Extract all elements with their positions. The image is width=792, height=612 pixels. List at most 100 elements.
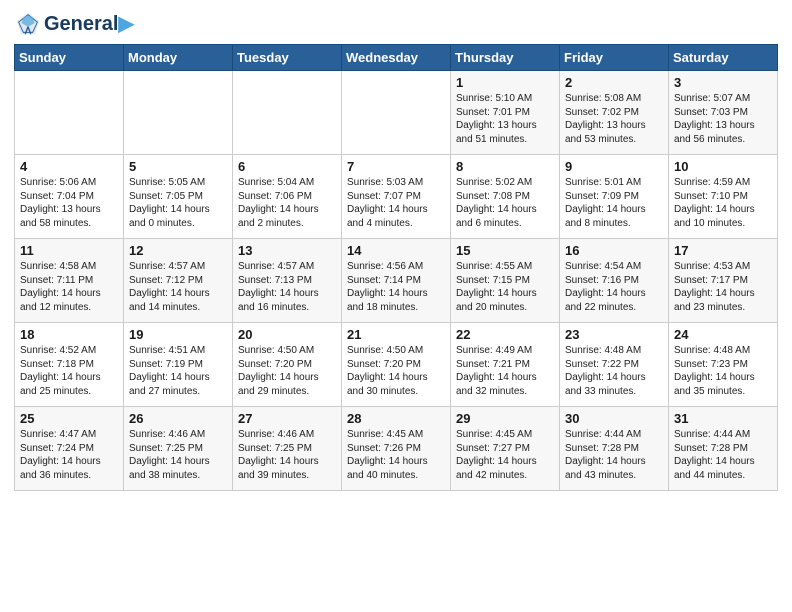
calendar-week-3: 11Sunrise: 4:58 AM Sunset: 7:11 PM Dayli… [15,239,778,323]
day-number: 26 [129,411,227,426]
day-number: 28 [347,411,445,426]
day-number: 29 [456,411,554,426]
day-number: 24 [674,327,772,342]
cell-content: Sunrise: 5:04 AM Sunset: 7:06 PM Dayligh… [238,176,336,230]
day-number: 9 [565,159,663,174]
day-number: 6 [238,159,336,174]
calendar-cell: 26 Sunrise: 4:46 AM Sunset: 7:25 PM Dayli… [124,407,233,491]
page-container: General▶ SundayMondayTuesdayWednesdayThu… [0,0,792,501]
day-number: 7 [347,159,445,174]
calendar-cell: 21 Sunrise: 4:50 AM Sunset: 7:20 PM Dayli… [342,323,451,407]
day-number: 22 [456,327,554,342]
calendar-cell: 2Sunrise: 5:08 AM Sunset: 7:02 PM Daylig… [560,71,669,155]
calendar-cell: 28Sunrise: 4:45 AM Sunset: 7:26 PM Dayli… [342,407,451,491]
logo: General▶ [14,10,134,38]
calendar-cell: 31 Sunrise: 4:44 AM Sunset: 7:28 PM Dayli… [669,407,778,491]
calendar-week-5: 25 Sunrise: 4:47 AM Sunset: 7:24 PM Dayli… [15,407,778,491]
cell-content: Sunrise: 4:50 AM Sunset: 7:20 PM Dayligh… [347,344,445,398]
logo-text: General▶ [44,13,134,35]
calendar-week-1: 1Sunrise: 5:10 AM Sunset: 7:01 PM Daylig… [15,71,778,155]
calendar-cell: 16 Sunrise: 4:54 AM Sunset: 7:16 PM Dayli… [560,239,669,323]
day-number: 14 [347,243,445,258]
calendar-cell: 9 Sunrise: 5:01 AM Sunset: 7:09 PM Daylig… [560,155,669,239]
calendar-cell: 8 Sunrise: 5:02 AM Sunset: 7:08 PM Daylig… [451,155,560,239]
cell-content: Sunrise: 4:57 AM Sunset: 7:12 PM Dayligh… [129,260,227,314]
cell-content: Sunrise: 4:44 AM Sunset: 7:28 PM Dayligh… [674,428,772,482]
day-number: 13 [238,243,336,258]
day-number: 15 [456,243,554,258]
calendar-cell: 22Sunrise: 4:49 AM Sunset: 7:21 PM Dayli… [451,323,560,407]
calendar-cell: 19 Sunrise: 4:51 AM Sunset: 7:19 PM Dayli… [124,323,233,407]
day-number: 18 [20,327,118,342]
cell-content: Sunrise: 4:57 AM Sunset: 7:13 PM Dayligh… [238,260,336,314]
logo-icon [14,10,42,38]
cell-content: Sunrise: 5:08 AM Sunset: 7:02 PM Dayligh… [565,92,663,146]
cell-content: Sunrise: 5:01 AM Sunset: 7:09 PM Dayligh… [565,176,663,230]
weekday-header-row: SundayMondayTuesdayWednesdayThursdayFrid… [15,45,778,71]
calendar-cell: 25 Sunrise: 4:47 AM Sunset: 7:24 PM Dayli… [15,407,124,491]
day-number: 8 [456,159,554,174]
calendar-cell: 29 Sunrise: 4:45 AM Sunset: 7:27 PM Dayli… [451,407,560,491]
day-number: 10 [674,159,772,174]
weekday-header-wednesday: Wednesday [342,45,451,71]
cell-content: Sunrise: 4:48 AM Sunset: 7:22 PM Dayligh… [565,344,663,398]
calendar-cell: 12 Sunrise: 4:57 AM Sunset: 7:12 PM Dayli… [124,239,233,323]
cell-content: Sunrise: 4:46 AM Sunset: 7:25 PM Dayligh… [129,428,227,482]
calendar-cell: 1Sunrise: 5:10 AM Sunset: 7:01 PM Daylig… [451,71,560,155]
calendar-cell [124,71,233,155]
calendar-cell: 5 Sunrise: 5:05 AM Sunset: 7:05 PM Daylig… [124,155,233,239]
calendar-cell [15,71,124,155]
day-number: 19 [129,327,227,342]
day-number: 21 [347,327,445,342]
cell-content: Sunrise: 4:55 AM Sunset: 7:15 PM Dayligh… [456,260,554,314]
cell-content: Sunrise: 4:51 AM Sunset: 7:19 PM Dayligh… [129,344,227,398]
calendar-table: SundayMondayTuesdayWednesdayThursdayFrid… [14,44,778,491]
day-number: 23 [565,327,663,342]
weekday-header-thursday: Thursday [451,45,560,71]
day-number: 17 [674,243,772,258]
day-number: 16 [565,243,663,258]
cell-content: Sunrise: 4:45 AM Sunset: 7:27 PM Dayligh… [456,428,554,482]
calendar-cell: 23 Sunrise: 4:48 AM Sunset: 7:22 PM Dayli… [560,323,669,407]
day-number: 20 [238,327,336,342]
cell-content: Sunrise: 4:47 AM Sunset: 7:24 PM Dayligh… [20,428,118,482]
cell-content: Sunrise: 4:46 AM Sunset: 7:25 PM Dayligh… [238,428,336,482]
cell-content: Sunrise: 5:06 AM Sunset: 7:04 PM Dayligh… [20,176,118,230]
weekday-header-monday: Monday [124,45,233,71]
day-number: 3 [674,75,772,90]
calendar-week-2: 4Sunrise: 5:06 AM Sunset: 7:04 PM Daylig… [15,155,778,239]
day-number: 12 [129,243,227,258]
calendar-cell: 10 Sunrise: 4:59 AM Sunset: 7:10 PM Dayli… [669,155,778,239]
cell-content: Sunrise: 5:02 AM Sunset: 7:08 PM Dayligh… [456,176,554,230]
day-number: 5 [129,159,227,174]
calendar-cell: 7 Sunrise: 5:03 AM Sunset: 7:07 PM Daylig… [342,155,451,239]
cell-content: Sunrise: 4:59 AM Sunset: 7:10 PM Dayligh… [674,176,772,230]
cell-content: Sunrise: 4:53 AM Sunset: 7:17 PM Dayligh… [674,260,772,314]
cell-content: Sunrise: 4:58 AM Sunset: 7:11 PM Dayligh… [20,260,118,314]
cell-content: Sunrise: 4:56 AM Sunset: 7:14 PM Dayligh… [347,260,445,314]
cell-content: Sunrise: 5:03 AM Sunset: 7:07 PM Dayligh… [347,176,445,230]
calendar-cell: 18 Sunrise: 4:52 AM Sunset: 7:18 PM Dayli… [15,323,124,407]
header: General▶ [14,10,778,38]
day-number: 31 [674,411,772,426]
day-number: 27 [238,411,336,426]
weekday-header-friday: Friday [560,45,669,71]
calendar-cell: 11Sunrise: 4:58 AM Sunset: 7:11 PM Dayli… [15,239,124,323]
calendar-cell: 17 Sunrise: 4:53 AM Sunset: 7:17 PM Dayli… [669,239,778,323]
cell-content: Sunrise: 5:05 AM Sunset: 7:05 PM Dayligh… [129,176,227,230]
calendar-cell: 13 Sunrise: 4:57 AM Sunset: 7:13 PM Dayli… [233,239,342,323]
calendar-week-4: 18 Sunrise: 4:52 AM Sunset: 7:18 PM Dayli… [15,323,778,407]
calendar-cell: 27 Sunrise: 4:46 AM Sunset: 7:25 PM Dayli… [233,407,342,491]
day-number: 25 [20,411,118,426]
cell-content: Sunrise: 4:48 AM Sunset: 7:23 PM Dayligh… [674,344,772,398]
day-number: 1 [456,75,554,90]
calendar-cell: 24 Sunrise: 4:48 AM Sunset: 7:23 PM Dayli… [669,323,778,407]
calendar-cell: 30Sunrise: 4:44 AM Sunset: 7:28 PM Dayli… [560,407,669,491]
cell-content: Sunrise: 4:52 AM Sunset: 7:18 PM Dayligh… [20,344,118,398]
cell-content: Sunrise: 4:54 AM Sunset: 7:16 PM Dayligh… [565,260,663,314]
calendar-cell: 6 Sunrise: 5:04 AM Sunset: 7:06 PM Daylig… [233,155,342,239]
cell-content: Sunrise: 4:44 AM Sunset: 7:28 PM Dayligh… [565,428,663,482]
calendar-cell: 20Sunrise: 4:50 AM Sunset: 7:20 PM Dayli… [233,323,342,407]
calendar-cell [233,71,342,155]
calendar-cell: 15 Sunrise: 4:55 AM Sunset: 7:15 PM Dayli… [451,239,560,323]
